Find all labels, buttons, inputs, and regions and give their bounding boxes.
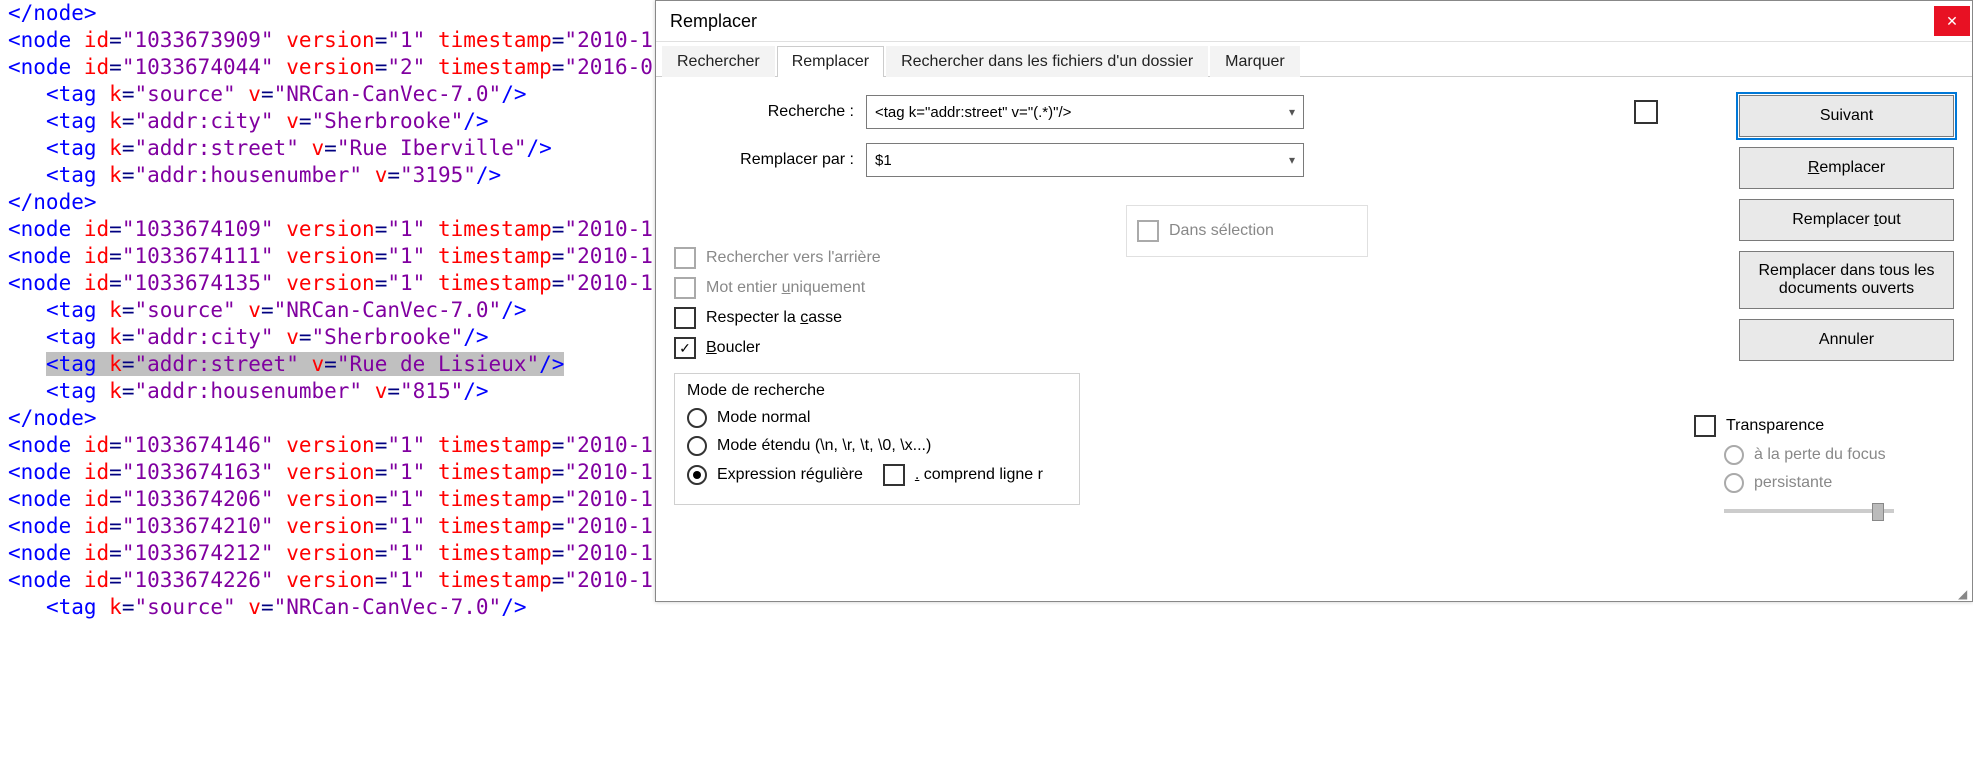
checkbox-icon	[674, 277, 696, 299]
tab-rechercher[interactable]: Rechercher	[662, 46, 775, 77]
search-input[interactable]: <tag k="addr:street" v="(.*)"/> ▾	[866, 95, 1304, 129]
transparency-persistent-radio: persistante	[1724, 473, 1954, 493]
code-line[interactable]: <tag k="addr:housenumber" v="815"/>	[0, 378, 655, 405]
checkbox-icon	[1694, 415, 1716, 437]
code-editor[interactable]: </node><node id="1033673909" version="1"…	[0, 0, 655, 777]
replace-label: Remplacer par :	[674, 151, 866, 169]
code-line[interactable]: <tag k="addr:street" v="Rue de Lisieux"/…	[0, 351, 655, 378]
code-line[interactable]: </node>	[0, 0, 655, 27]
radio-icon	[687, 465, 707, 485]
transparency-group: Transparence à la perte du focus persist…	[1694, 407, 1954, 513]
match-case-label: Respecter la casse	[706, 309, 842, 327]
cancel-button-label: Annuler	[1819, 331, 1874, 349]
replace-all-button[interactable]: Remplacer tout	[1739, 199, 1954, 241]
code-line[interactable]: <node id="1033674226" version="1" timest…	[0, 567, 655, 594]
close-button[interactable]: ✕	[1934, 6, 1970, 36]
tab-remplacer[interactable]: Remplacer	[777, 46, 884, 77]
radio-dot-icon	[693, 471, 701, 479]
radio-icon	[687, 408, 707, 428]
replace-value: $1	[875, 152, 892, 169]
search-extra-checkbox[interactable]	[1634, 100, 1658, 124]
replace-button[interactable]: Remplacer	[1739, 147, 1954, 189]
mode-normal-label: Mode normal	[717, 409, 810, 427]
code-line[interactable]: <node id="1033674044" version="2" timest…	[0, 54, 655, 81]
close-icon: ✕	[1946, 13, 1958, 30]
search-mode-title: Mode de recherche	[687, 382, 1067, 400]
in-selection-checkbox: Dans sélection	[1137, 220, 1357, 242]
replace-input[interactable]: $1 ▾	[866, 143, 1304, 177]
code-line[interactable]: <tag k="addr:housenumber" v="3195"/>	[0, 162, 655, 189]
chevron-down-icon: ▾	[1289, 105, 1295, 119]
code-line[interactable]: <node id="1033674206" version="1" timest…	[0, 486, 655, 513]
checkbox-icon	[883, 464, 905, 486]
code-line[interactable]: </node>	[0, 189, 655, 216]
replace-dialog: Remplacer ✕ RechercherRemplacerRecherche…	[655, 0, 1973, 602]
code-line[interactable]: <tag k="source" v="NRCan-CanVec-7.0"/>	[0, 81, 655, 108]
mode-extended-radio[interactable]: Mode étendu (\n, \r, \t, \0, \x...)	[687, 436, 1067, 456]
code-line[interactable]: <tag k="addr:street" v="Rue Iberville"/>	[0, 135, 655, 162]
checkbox-icon	[1137, 220, 1159, 242]
transparency-focus-radio: à la perte du focus	[1724, 445, 1954, 465]
transparency-checkbox[interactable]: Transparence	[1694, 415, 1954, 437]
code-line[interactable]: <tag k="addr:city" v="Sherbrooke"/>	[0, 108, 655, 135]
checkbox-icon: ✓	[674, 337, 696, 359]
slider-thumb-icon	[1872, 503, 1884, 521]
transparency-slider[interactable]	[1724, 509, 1894, 513]
radio-icon	[687, 436, 707, 456]
chevron-down-icon: ▾	[1289, 153, 1295, 167]
dialog-titlebar: Remplacer ✕	[656, 1, 1972, 42]
next-button-label: Suivant	[1820, 107, 1873, 125]
replace-all-button-label: Remplacer tout	[1792, 211, 1901, 229]
transparency-persistent-label: persistante	[1754, 474, 1832, 492]
in-selection-row: Dans sélection	[1126, 205, 1368, 257]
code-line[interactable]: <node id="1033674163" version="1" timest…	[0, 459, 655, 486]
transparency-focus-label: à la perte du focus	[1754, 446, 1886, 464]
replace-all-docs-button[interactable]: Remplacer dans tous les documents ouvert…	[1739, 251, 1954, 309]
code-line[interactable]: <node id="1033674210" version="1" timest…	[0, 513, 655, 540]
wrap-label: Boucler	[706, 339, 760, 357]
button-column: Suivant Remplacer Remplacer tout Remplac…	[1739, 95, 1954, 361]
replace-all-docs-label: Remplacer dans tous les documents ouvert…	[1746, 262, 1947, 298]
next-button[interactable]: Suivant	[1739, 95, 1954, 137]
search-label: Recherche :	[674, 103, 866, 121]
mode-normal-radio[interactable]: Mode normal	[687, 408, 1067, 428]
code-line[interactable]: <node id="1033674109" version="1" timest…	[0, 216, 655, 243]
tab-marquer[interactable]: Marquer	[1210, 46, 1300, 77]
mode-regex-label: Expression régulière	[717, 466, 863, 484]
checkbox-icon	[674, 307, 696, 329]
tab-rechercher-dans-les-fichiers-d-un-dossier[interactable]: Rechercher dans les fichiers d'un dossie…	[886, 46, 1208, 77]
dot-newline-checkbox[interactable]: . comprend ligne r	[883, 464, 1043, 486]
code-line[interactable]: <tag k="source" v="NRCan-CanVec-7.0"/>	[0, 594, 655, 621]
code-line[interactable]: <tag k="addr:city" v="Sherbrooke"/>	[0, 324, 655, 351]
backward-label: Rechercher vers l'arrière	[706, 249, 881, 267]
search-mode-group: Mode de recherche Mode normal Mode étend…	[674, 373, 1080, 505]
mode-extended-label: Mode étendu (\n, \r, \t, \0, \x...)	[717, 437, 931, 455]
resize-grip-icon[interactable]: ◢	[1958, 587, 1970, 599]
dialog-body: Recherche : <tag k="addr:street" v="(.*)…	[656, 77, 1972, 515]
radio-icon	[1724, 473, 1744, 493]
code-line[interactable]: <node id="1033673909" version="1" timest…	[0, 27, 655, 54]
radio-icon	[1724, 445, 1744, 465]
code-line[interactable]: </node>	[0, 405, 655, 432]
whole-word-label: Mot entier uniquement	[706, 279, 865, 297]
replace-button-label: Remplacer	[1808, 159, 1885, 177]
code-line[interactable]: <node id="1033674212" version="1" timest…	[0, 540, 655, 567]
code-line[interactable]: <node id="1033674111" version="1" timest…	[0, 243, 655, 270]
dialog-tabs: RechercherRemplacerRechercher dans les f…	[656, 42, 1972, 77]
code-line[interactable]: <node id="1033674135" version="1" timest…	[0, 270, 655, 297]
in-selection-label: Dans sélection	[1169, 222, 1274, 240]
code-line[interactable]: <node id="1033674146" version="1" timest…	[0, 432, 655, 459]
mode-regex-radio[interactable]: Expression régulière . comprend ligne r	[687, 464, 1067, 486]
code-line[interactable]: <tag k="source" v="NRCan-CanVec-7.0"/>	[0, 297, 655, 324]
dot-newline-label: . comprend ligne r	[915, 466, 1043, 484]
dialog-title: Remplacer	[670, 11, 757, 32]
transparency-label: Transparence	[1726, 417, 1824, 435]
cancel-button[interactable]: Annuler	[1739, 319, 1954, 361]
checkbox-icon	[674, 247, 696, 269]
search-value: <tag k="addr:street" v="(.*)"/>	[875, 104, 1071, 121]
